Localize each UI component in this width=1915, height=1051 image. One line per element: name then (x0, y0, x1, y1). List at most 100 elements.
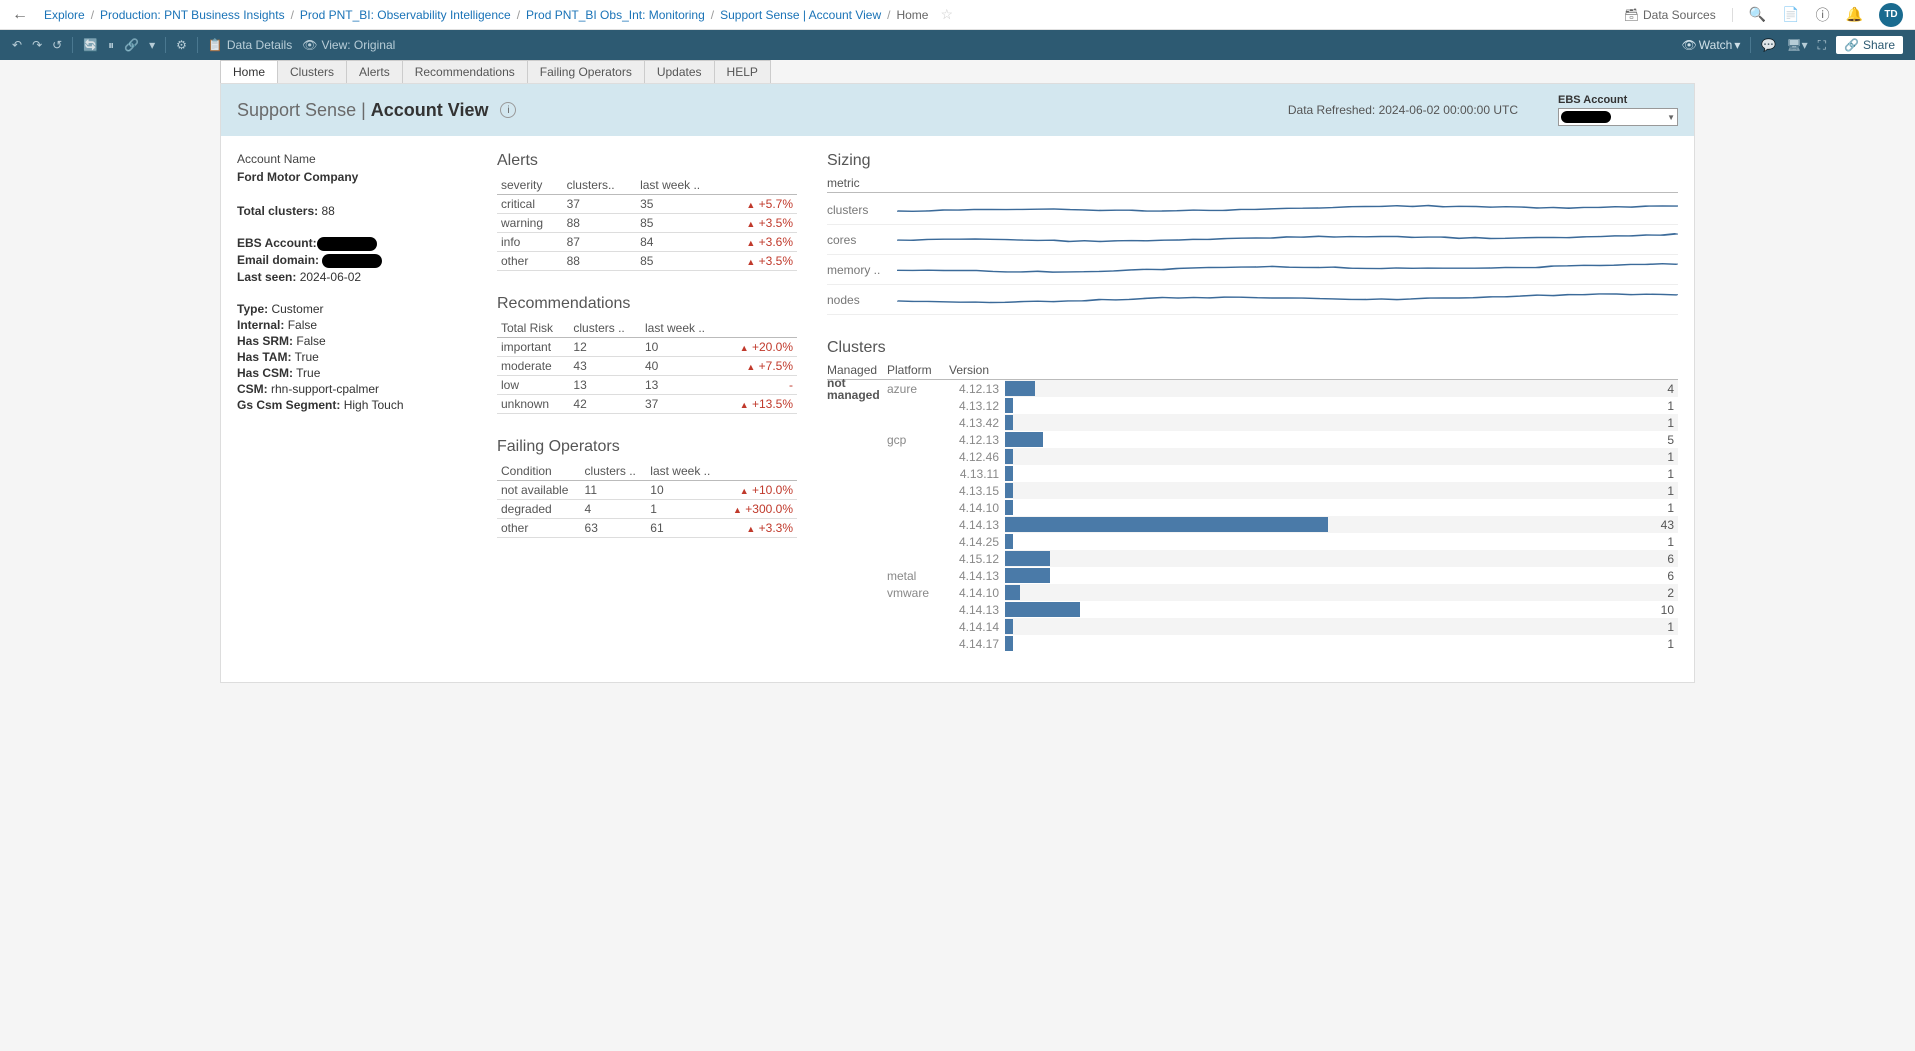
device-preview-icon[interactable]: 🖥▾ (1786, 38, 1807, 52)
database-icon: 🗃 (1624, 8, 1639, 22)
bar-cell: 1 (1005, 482, 1678, 499)
segment-value: High Touch (344, 398, 404, 412)
performance-icon[interactable]: ⚙ (176, 38, 187, 52)
version-cell: 4.14.10 (949, 586, 1005, 600)
cluster-bar-row[interactable]: 4.13.151 (827, 482, 1678, 499)
table-row[interactable]: moderate4340▲ +7.5% (497, 357, 797, 376)
watch-button[interactable]: 👁 Watch ▾ (1682, 38, 1741, 52)
tab-updates[interactable]: Updates (644, 60, 715, 83)
row-current: 43 (569, 357, 641, 376)
undo-icon[interactable]: ↶ (12, 38, 22, 52)
share-button[interactable]: 🔗 Share (1836, 36, 1903, 54)
sizing-row-nodes[interactable]: nodes (827, 285, 1678, 315)
has-srm-value: False (296, 334, 325, 348)
tab-help[interactable]: HELP (714, 60, 771, 83)
cluster-bar-row[interactable]: 4.14.171 (827, 635, 1678, 652)
table-row[interactable]: info8784▲ +3.6% (497, 233, 797, 252)
cluster-bar-row[interactable]: notmanagedazure4.12.134 (827, 380, 1678, 397)
revert-icon[interactable]: ↺ (52, 38, 62, 52)
cluster-bar-row[interactable]: 4.13.121 (827, 397, 1678, 414)
segment-key: Gs Csm Segment: (237, 398, 340, 412)
tab-alerts[interactable]: Alerts (346, 60, 403, 83)
tab-recommendations[interactable]: Recommendations (402, 60, 528, 83)
row-delta: ▲ +3.6% (725, 233, 797, 252)
data-sources-button[interactable]: 🗃 Data Sources (1624, 8, 1733, 22)
back-arrow-icon[interactable]: ← (12, 6, 28, 24)
ebs-account-key: EBS Account: (237, 236, 317, 250)
cluster-bar-row[interactable]: gcp4.12.135 (827, 431, 1678, 448)
account-name-value: Ford Motor Company (237, 170, 467, 184)
bar-value: 1 (1667, 484, 1674, 498)
refresh-icon[interactable]: 🔄 (83, 38, 98, 52)
table-row[interactable]: not available1110▲ +10.0% (497, 481, 797, 500)
clusters-col-version: Version (949, 363, 1678, 377)
share-icon: 🔗 (1844, 38, 1859, 52)
table-row[interactable]: important1210▲ +20.0% (497, 338, 797, 357)
bar-cell: 6 (1005, 567, 1678, 584)
crumb-account-view[interactable]: Support Sense | Account View (720, 8, 881, 22)
cluster-bar-row[interactable]: 4.14.1310 (827, 601, 1678, 618)
row-current: 88 (563, 252, 636, 271)
table-row[interactable]: unknown4237▲ +13.5% (497, 395, 797, 414)
row-key: low (497, 376, 569, 395)
ebs-account-select[interactable]: ▼ (1558, 108, 1678, 126)
sizing-row-clusters[interactable]: clusters (827, 195, 1678, 225)
recommendations-title: Recommendations (497, 295, 797, 313)
csm-key: CSM: (237, 382, 268, 396)
table-row[interactable]: low1313- (497, 376, 797, 395)
failing-operators-table: Conditionclusters ..last week ..not avai… (497, 462, 797, 538)
table-row[interactable]: warning8885▲ +3.5% (497, 214, 797, 233)
bar-value: 1 (1667, 620, 1674, 634)
table-row[interactable]: other8885▲ +3.5% (497, 252, 797, 271)
column-header: last week .. (636, 176, 725, 195)
bar (1005, 415, 1013, 430)
row-delta: ▲ +5.7% (725, 195, 797, 214)
link-icon[interactable]: 🔗 (124, 38, 139, 52)
sizing-row-memory[interactable]: memory .. (827, 255, 1678, 285)
redo-icon[interactable]: ↷ (32, 38, 42, 52)
cluster-bar-row[interactable]: 4.14.1343 (827, 516, 1678, 533)
cluster-bar-row[interactable]: 4.14.141 (827, 618, 1678, 635)
cluster-bar-row[interactable]: 4.13.111 (827, 465, 1678, 482)
bar-value: 43 (1661, 518, 1674, 532)
info-icon[interactable]: i (500, 102, 516, 118)
help-icon[interactable]: ⓘ (1816, 5, 1830, 25)
cluster-bar-row[interactable]: vmware4.14.102 (827, 584, 1678, 601)
bar-value: 1 (1667, 467, 1674, 481)
has-srm-key: Has SRM: (237, 334, 293, 348)
tab-home[interactable]: Home (220, 60, 278, 83)
sizing-row-cores[interactable]: cores (827, 225, 1678, 255)
cluster-bar-row[interactable]: metal4.14.136 (827, 567, 1678, 584)
fullscreen-icon[interactable]: ⛶ (1818, 38, 1826, 53)
cluster-bar-row[interactable]: 4.13.421 (827, 414, 1678, 431)
cluster-bar-row[interactable]: 4.14.101 (827, 499, 1678, 516)
crumb-prod-insights[interactable]: Production: PNT Business Insights (100, 8, 285, 22)
view-original-button[interactable]: 👁 View: Original (302, 38, 395, 52)
row-delta: ▲ +3.3% (722, 519, 797, 538)
row-current: 4 (581, 500, 647, 519)
row-key: unknown (497, 395, 569, 414)
comments-icon[interactable]: 💬 (1761, 38, 1776, 52)
new-icon[interactable]: 📄 (1782, 6, 1799, 23)
crumb-explore[interactable]: Explore (44, 8, 85, 22)
tab-failing-operators[interactable]: Failing Operators (527, 60, 645, 83)
table-row[interactable]: degraded41▲ +300.0% (497, 500, 797, 519)
bar (1005, 398, 1013, 413)
tab-clusters[interactable]: Clusters (277, 60, 347, 83)
row-prev: 10 (641, 338, 723, 357)
cluster-bar-row[interactable]: 4.14.251 (827, 533, 1678, 550)
crumb-obs-intel[interactable]: Prod PNT_BI: Observability Intelligence (300, 8, 511, 22)
chevron-down-icon[interactable]: ▾ (149, 38, 155, 52)
row-prev: 40 (641, 357, 723, 376)
crumb-monitoring[interactable]: Prod PNT_BI Obs_Int: Monitoring (526, 8, 705, 22)
user-avatar[interactable]: TD (1879, 3, 1903, 27)
search-icon[interactable]: 🔍 (1749, 6, 1766, 23)
cluster-bar-row[interactable]: 4.12.461 (827, 448, 1678, 465)
data-details-button[interactable]: 📋 Data Details (208, 38, 292, 52)
pause-icon[interactable]: ⏸ (108, 38, 114, 53)
notifications-icon[interactable]: 🔔 (1846, 6, 1863, 23)
cluster-bar-row[interactable]: 4.15.126 (827, 550, 1678, 567)
table-row[interactable]: other6361▲ +3.3% (497, 519, 797, 538)
table-row[interactable]: critical3735▲ +5.7% (497, 195, 797, 214)
favorite-star-icon[interactable]: ☆ (940, 6, 953, 23)
